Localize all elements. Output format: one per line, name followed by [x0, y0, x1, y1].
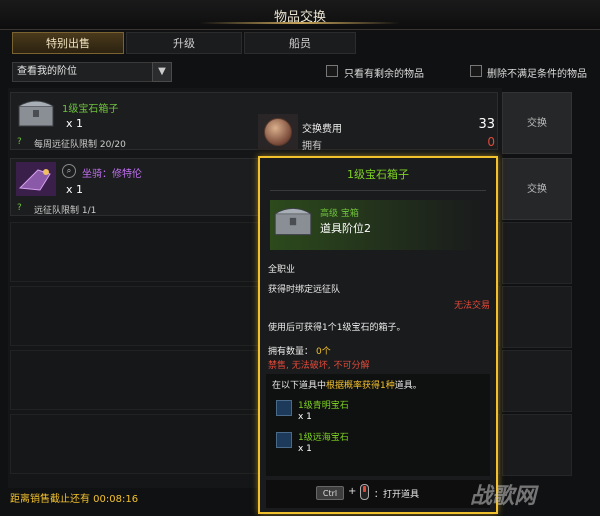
- sale-deadline: 距离销售截止还有 00:08:16: [10, 494, 139, 505]
- usage-description: 使用后可获得1个1级宝石的箱子。: [268, 323, 406, 333]
- chevron-down-icon[interactable]: ▼: [152, 62, 172, 82]
- gem-icon: [276, 400, 292, 416]
- hide-unmet-label: 删除不满足条件的物品: [487, 69, 587, 80]
- empty-slot-button: [502, 414, 572, 476]
- reward-qty: x 1: [298, 444, 312, 454]
- restriction-no-destroy: 无法破坏: [291, 361, 328, 371]
- cost-value: 33: [478, 117, 495, 132]
- tab-crew[interactable]: 船员: [244, 32, 356, 54]
- owned-count-value: 0个: [316, 347, 331, 357]
- exchange-button[interactable]: 交换: [502, 92, 572, 154]
- divider: [270, 190, 486, 191]
- reward-qty: x 1: [298, 412, 312, 422]
- owned-value: 0: [487, 135, 495, 149]
- help-icon[interactable]: ?: [17, 137, 22, 147]
- bind-info: 获得时绑定远征队: [268, 285, 341, 295]
- empty-slot-button: [502, 350, 572, 412]
- coin-icon: [264, 118, 292, 146]
- item-grade: 高级 宝箱: [320, 209, 359, 219]
- empty-slot-button: [502, 286, 572, 348]
- reward-name: 1级远海宝石: [298, 433, 349, 443]
- exchange-button[interactable]: 交换: [502, 158, 572, 220]
- mouse-right-button: [363, 486, 366, 492]
- no-trade-label: 无法交易: [453, 301, 490, 311]
- search-icon[interactable]: ⌕: [62, 164, 76, 178]
- item-qty: x 1: [66, 117, 84, 130]
- gem-icon: [276, 432, 292, 448]
- title-divider: [200, 22, 400, 24]
- owned-label: 拥有: [302, 141, 322, 152]
- tab-upgrade[interactable]: 升级: [126, 32, 242, 54]
- tooltip-title: 1级宝石箱子: [347, 168, 409, 181]
- item-name: 1级宝石箱子: [62, 104, 119, 115]
- plus-sign: +: [348, 486, 357, 497]
- only-remaining-checkbox[interactable]: [326, 65, 338, 77]
- reward-name: 1级青明宝石: [298, 401, 349, 411]
- ctrl-key-icon: Ctrl: [316, 486, 344, 500]
- reward-intro: 在以下道具中根据概率获得1种道具。: [272, 381, 422, 391]
- open-item-hint: ：打开道具: [374, 490, 420, 500]
- mount-icon: [16, 162, 56, 196]
- item-tier: 道具阶位2: [320, 222, 371, 235]
- only-remaining-label: 只看有剩余的物品: [344, 69, 424, 80]
- cost-label: 交换费用: [302, 124, 342, 135]
- item-tooltip: 1级宝石箱子 高级 宝箱 道具阶位2 全职业 获得时绑定远征队 无法交易 使用后…: [258, 156, 498, 514]
- item-limit: 远征队限制 1/1: [34, 206, 97, 216]
- tab-special-sale[interactable]: 特别出售: [12, 32, 124, 54]
- watermark: 战歌网: [470, 484, 537, 509]
- item-limit: 每周远征队限制 20/20: [34, 140, 126, 150]
- chest-icon: [272, 202, 314, 244]
- class-restriction: 全职业: [268, 265, 296, 275]
- reward-box: 在以下道具中根据概率获得1种道具。 1级青明宝石 x 1 1级远海宝石 x 1: [266, 374, 490, 476]
- restriction-tags: 禁售, 无法破坏, 不可分解: [268, 361, 370, 371]
- chest-icon: [16, 96, 56, 130]
- item-qty: x 1: [66, 183, 84, 196]
- owned-count-label: 拥有数量：: [268, 347, 314, 357]
- empty-slot-button: [502, 222, 572, 284]
- hide-unmet-checkbox[interactable]: [470, 65, 482, 77]
- restriction-no-dismantle: 不可分解: [333, 361, 370, 371]
- restriction-no-sale: 禁售: [268, 361, 287, 371]
- item-name: 坐骑：修特伦: [82, 169, 142, 180]
- rank-select[interactable]: 查看我的阶位: [12, 62, 172, 82]
- help-icon[interactable]: ?: [17, 203, 22, 213]
